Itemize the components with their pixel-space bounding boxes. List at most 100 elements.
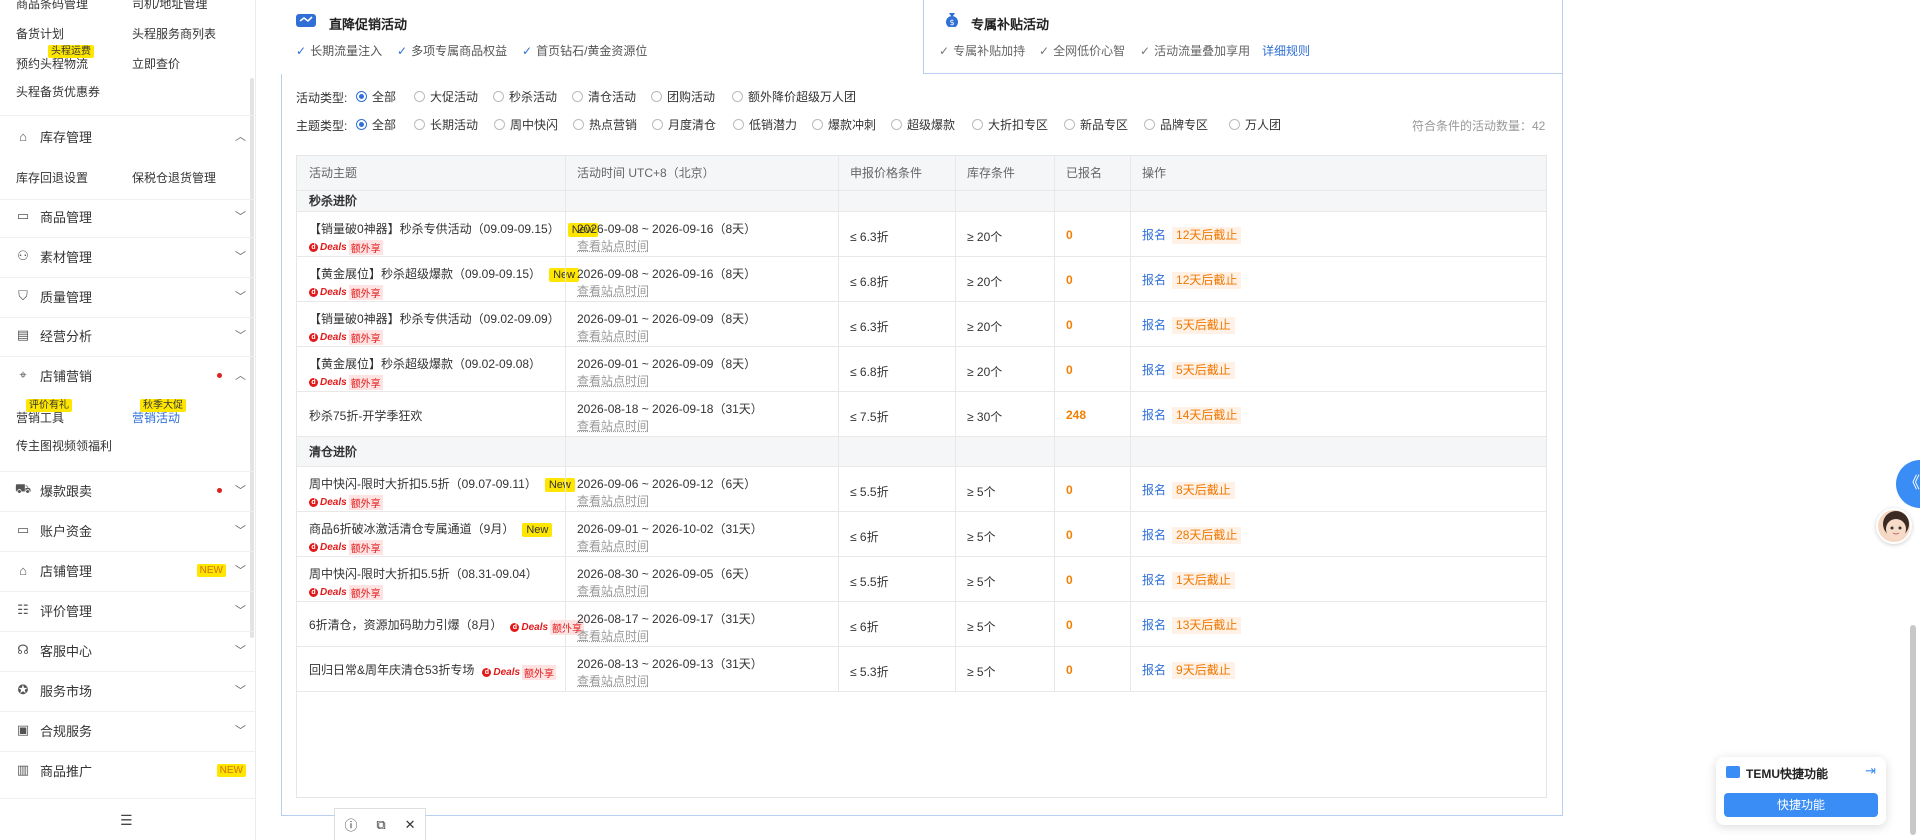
view-site-time-link[interactable]: 查看站点时间	[577, 627, 649, 644]
radio-activity-flash[interactable]: 秒杀活动	[493, 89, 557, 104]
view-site-time-link[interactable]: 查看站点时间	[577, 492, 649, 509]
radio-theme-super-hot[interactable]: 超级爆款	[891, 117, 955, 132]
row-theme: 周中快闪-限时大折扣5.5折（09.07-09.11） New	[309, 475, 575, 492]
radio-activity-group-buy[interactable]: 团购活动	[651, 89, 715, 104]
sidebar-tag: 评价有礼	[26, 399, 72, 412]
sidebar-section-hot-sale[interactable]: ⛟ 爆款跟卖 ﹀	[14, 480, 248, 500]
radio-activity-big-sale[interactable]: 大促活动	[414, 89, 478, 104]
sidebar-section-inventory[interactable]: ⌂ 库存管理 ︿	[14, 126, 248, 146]
sidebar-sub-stock-plan[interactable]: 备货计划	[16, 25, 64, 42]
sidebar-sub-coupon[interactable]: 头程备货优惠券	[16, 83, 100, 100]
collapse-right-icon[interactable]: ⇥	[1865, 763, 1876, 779]
sidebar-section-service-center[interactable]: ☊ 客服中心 ﹀	[14, 640, 248, 660]
sidebar-sub-barcode[interactable]: 商品条码管理	[16, 0, 88, 12]
radio-theme-ten-thousand[interactable]: 万人团	[1229, 117, 1281, 132]
enroll-link[interactable]: 报名	[1142, 228, 1166, 242]
page-scrollbar[interactable]	[1910, 625, 1916, 835]
card-title: 专属补贴活动	[971, 17, 1050, 32]
table-group-header: 清仓进阶	[297, 437, 1546, 467]
col-header-actions: 操作	[1142, 166, 1167, 180]
row-price-condition: ≤ 6.8折	[850, 275, 889, 289]
row-stock-condition: ≥ 5个	[967, 620, 996, 634]
radio-theme-midweek[interactable]: 周中快闪	[494, 117, 558, 132]
sidebar: 商品条码管理 司机/地址管理 备货计划 头程服务商列表 预约头程物流 头程运费 …	[0, 0, 256, 840]
row-price-condition: ≤ 6.3折	[850, 230, 889, 244]
row-enrolled-count: 0	[1066, 273, 1073, 287]
chat-icon	[1726, 766, 1740, 778]
view-site-time-link[interactable]: 查看站点时间	[577, 582, 649, 599]
star-icon: ✪	[17, 682, 29, 697]
radio-activity-super-group[interactable]: 额外降价超级万人团	[732, 89, 856, 104]
detail-rules-link[interactable]: 详细规则	[1262, 42, 1310, 59]
sidebar-section-quality[interactable]: ⛉ 质量管理 ﹀	[14, 286, 248, 306]
radio-theme-hotspot[interactable]: 热点营销	[573, 117, 637, 132]
expand-icon[interactable]: ⧉	[376, 817, 385, 833]
view-site-time-link[interactable]: 查看站点时间	[577, 537, 649, 554]
filter-label-theme-type: 主题类型:	[296, 119, 348, 133]
radio-activity-clearance[interactable]: 清仓活动	[572, 89, 636, 104]
row-theme: 商品6折破冰激活清仓专属通道（9月） New	[309, 520, 553, 537]
box-icon: ▭	[16, 208, 30, 223]
sidebar-section-promotion[interactable]: ▥ 商品推广 NEW	[14, 760, 248, 780]
sidebar-sub-driver[interactable]: 司机/地址管理	[132, 0, 207, 12]
collapse-menu-icon[interactable]: ☰	[120, 812, 133, 829]
deadline-badge: 9天后截止	[1172, 662, 1235, 679]
row-price-condition: ≤ 5.5折	[850, 575, 889, 589]
row-time: 2026-08-17 ~ 2026-09-17（31天）	[577, 612, 763, 626]
promo-card-discount[interactable]: 直降促销活动 ✓ 长期流量注入 ✓ 多项专属商品权益 ✓ 首页钻石/黄金资源位	[281, 0, 923, 74]
radio-theme-brand[interactable]: 品牌专区	[1144, 117, 1208, 132]
enroll-link[interactable]: 报名	[1142, 663, 1166, 677]
quick-function-button[interactable]: 快捷功能	[1724, 793, 1878, 817]
sidebar-section-materials[interactable]: ⚇ 素材管理 ﹀	[14, 246, 248, 266]
radio-theme-all[interactable]: 全部	[356, 117, 396, 132]
sidebar-section-products[interactable]: ▭ 商品管理 ﹀	[14, 206, 248, 226]
sidebar-section-reviews[interactable]: ☷ 评价管理 ﹀	[14, 600, 248, 620]
radio-theme-low-sales[interactable]: 低销潜力	[733, 117, 797, 132]
sidebar-section-compliance[interactable]: ▣ 合规服务 ﹀	[14, 720, 248, 740]
sidebar-sub-provider-list[interactable]: 头程服务商列表	[132, 25, 216, 42]
enroll-link[interactable]: 报名	[1142, 573, 1166, 587]
radio-theme-big-discount[interactable]: 大折扣专区	[972, 117, 1048, 132]
sidebar-sub-video-benefits[interactable]: 传主图视频领福利	[16, 437, 112, 454]
view-site-time-link[interactable]: 查看站点时间	[577, 237, 649, 254]
section-label: 商品管理	[40, 209, 93, 225]
sidebar-section-shop[interactable]: ⌂ 店铺管理 NEW ﹀	[14, 560, 248, 580]
sidebar-section-funds[interactable]: ▭ 账户资金 ﹀	[14, 520, 248, 540]
headset-icon: ☊	[17, 642, 29, 657]
filter-label-activity-type: 活动类型:	[296, 91, 348, 105]
sidebar-section-market[interactable]: ✪ 服务市场 ﹀	[14, 680, 248, 700]
enroll-link[interactable]: 报名	[1142, 483, 1166, 497]
radio-theme-monthly-clearance[interactable]: 月度清仓	[652, 117, 716, 132]
sidebar-section-analytics[interactable]: ▤ 经营分析 ﹀	[14, 325, 248, 345]
promo-card-subsidy[interactable]: $ 专属补贴活动 ✓ 专属补贴加持 ✓ 全网低价心智 ✓ 活动流量叠加享用 详细规则	[923, 0, 1563, 74]
sidebar-section-marketing[interactable]: ⌖ 店铺营销 ︿	[14, 365, 248, 385]
card-feature: ✓ 活动流量叠加享用	[1140, 44, 1251, 58]
row-actions: 报名 5天后截止	[1142, 361, 1235, 379]
enroll-link[interactable]: 报名	[1142, 363, 1166, 377]
enroll-link[interactable]: 报名	[1142, 528, 1166, 542]
close-icon[interactable]: ✕	[405, 817, 416, 833]
double-chevron-left-icon[interactable]: 《	[1896, 460, 1920, 508]
view-site-time-link[interactable]: 查看站点时间	[577, 327, 649, 344]
view-site-time-link[interactable]: 查看站点时间	[577, 417, 649, 434]
radio-theme-sprint[interactable]: 爆款冲刺	[812, 117, 876, 132]
sidebar-sub-bonded-returns[interactable]: 保税仓退货管理	[132, 169, 216, 186]
enroll-link[interactable]: 报名	[1142, 618, 1166, 632]
sidebar-scrollbar[interactable]	[250, 78, 254, 638]
view-site-time-link[interactable]: 查看站点时间	[577, 282, 649, 299]
radio-theme-new-product[interactable]: 新品专区	[1064, 117, 1128, 132]
sidebar-sub-stock-rollback[interactable]: 库存回退设置	[16, 169, 88, 186]
sidebar-sub-price-check[interactable]: 立即查价	[132, 55, 180, 72]
section-label: 爆款跟卖	[40, 483, 93, 499]
row-stock-condition: ≥ 5个	[967, 485, 996, 499]
radio-activity-all[interactable]: 全部	[356, 89, 396, 104]
view-site-time-link[interactable]: 查看站点时间	[577, 372, 649, 389]
enroll-link[interactable]: 报名	[1142, 273, 1166, 287]
radio-theme-long-term[interactable]: 长期活动	[414, 117, 478, 132]
enroll-link[interactable]: 报名	[1142, 318, 1166, 332]
view-site-time-link[interactable]: 查看站点时间	[577, 672, 649, 689]
new-badge: NEW	[196, 563, 226, 577]
help-icon[interactable]: ⓘ	[344, 815, 357, 834]
assistant-avatar[interactable]	[1876, 508, 1912, 544]
enroll-link[interactable]: 报名	[1142, 408, 1166, 422]
